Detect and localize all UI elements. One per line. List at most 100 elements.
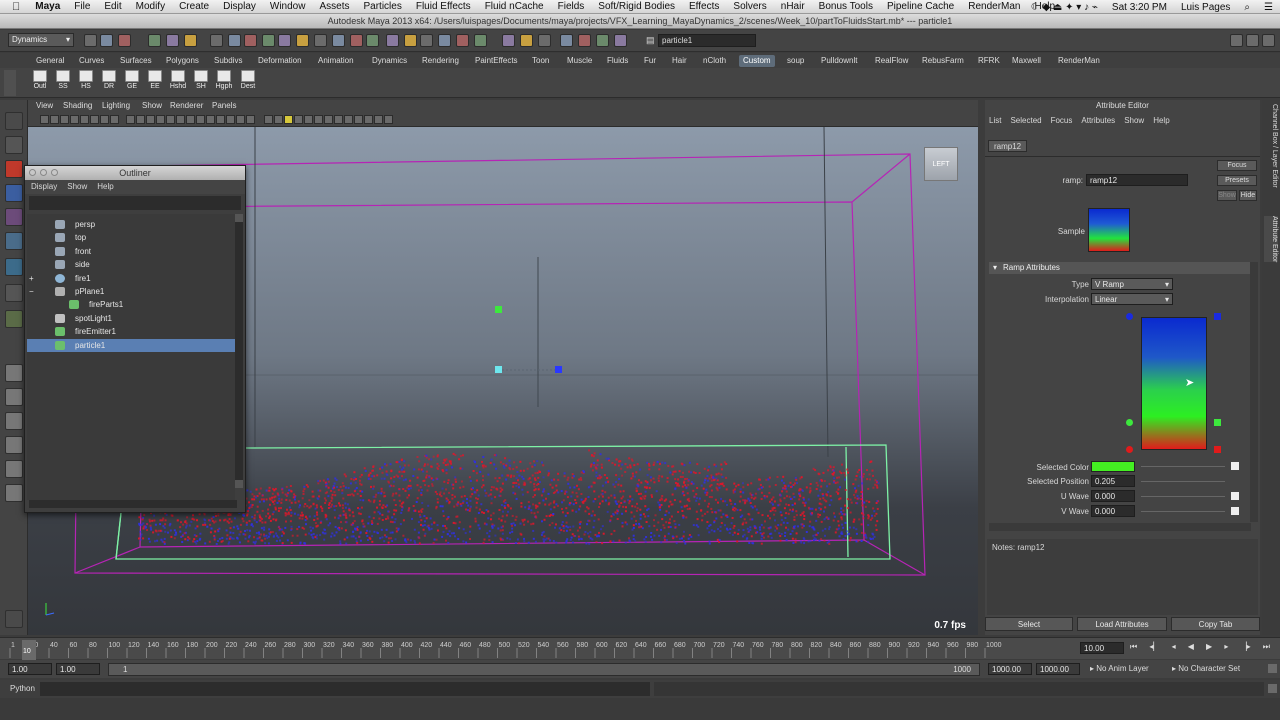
shelf-tab-pulldownlt[interactable]: Pulldownlt bbox=[817, 55, 861, 67]
status-tool-icon[interactable] bbox=[366, 34, 379, 47]
status-tool-icon[interactable] bbox=[474, 34, 487, 47]
ramp-color-handle-top[interactable] bbox=[1126, 313, 1133, 320]
expand-toggle-icon[interactable]: + bbox=[29, 272, 34, 285]
move-tool-icon[interactable] bbox=[5, 184, 23, 202]
start-time-field[interactable]: 1.00 bbox=[8, 663, 52, 675]
outliner-item-front[interactable]: front bbox=[27, 245, 235, 258]
map-button-icon[interactable] bbox=[1231, 507, 1239, 515]
status-tool-icon[interactable] bbox=[350, 34, 363, 47]
manipulator-tool-icon[interactable] bbox=[5, 258, 23, 276]
outliner-item-fire1[interactable]: + fire1 bbox=[27, 272, 235, 285]
ae-menu-help[interactable]: Help bbox=[1153, 116, 1169, 128]
manipulator-handle-blue[interactable] bbox=[555, 366, 562, 373]
step-back-frame-icon[interactable]: ◂ bbox=[1172, 642, 1176, 656]
type-dropdown[interactable]: V Ramp ▾ bbox=[1091, 278, 1173, 290]
panel-toolbar-icon[interactable] bbox=[284, 115, 293, 124]
ramp-delete-handle-mid[interactable] bbox=[1214, 419, 1221, 426]
shelf-tab-painteffects[interactable]: PaintEffects bbox=[471, 55, 522, 67]
manipulator-handle-cyan[interactable] bbox=[495, 366, 502, 373]
menu-soft-rigid-bodies[interactable]: Soft/Rigid Bodies bbox=[591, 1, 682, 12]
script-editor-icon[interactable] bbox=[1268, 684, 1277, 693]
rotate-tool-icon[interactable] bbox=[5, 208, 23, 226]
shelf-tab-renderman[interactable]: RenderMan bbox=[1054, 55, 1104, 67]
anim-layer-select[interactable]: ▸ No Anim Layer bbox=[1090, 664, 1149, 673]
panel-toolbar-icon[interactable] bbox=[374, 115, 383, 124]
u-wave-slider[interactable] bbox=[1141, 496, 1225, 497]
panel-toolbar-icon[interactable] bbox=[324, 115, 333, 124]
shelf-tab-fluids[interactable]: Fluids bbox=[603, 55, 632, 67]
selected-position-field[interactable]: 0.205 bbox=[1091, 475, 1135, 487]
outliner-item-pplane1[interactable]: − pPlane1 bbox=[27, 285, 235, 298]
shelf-button-hshd[interactable]: Hshd bbox=[168, 70, 188, 96]
shelf-button-ee[interactable]: EE bbox=[145, 70, 165, 96]
playback-end-field[interactable]: 1000.00 bbox=[988, 663, 1032, 675]
settings-gear-icon[interactable] bbox=[5, 610, 23, 628]
ramp-color-handle-bottom[interactable] bbox=[1126, 446, 1133, 453]
status-tool-icon[interactable] bbox=[520, 34, 533, 47]
status-tool-icon[interactable] bbox=[262, 34, 275, 47]
clock[interactable]: Sat 3:20 PM bbox=[1105, 2, 1174, 13]
status-tool-icon[interactable] bbox=[314, 34, 327, 47]
panel-menu-renderer[interactable]: Renderer bbox=[170, 101, 203, 110]
shelf-tab-custom[interactable]: Custom bbox=[739, 55, 775, 67]
shelf-tab-surfaces[interactable]: Surfaces bbox=[116, 55, 156, 67]
panel-toolbar-icon[interactable] bbox=[206, 115, 215, 124]
shelf-button-dr[interactable]: DR bbox=[99, 70, 119, 96]
menu-pipeline-cache[interactable]: Pipeline Cache bbox=[880, 1, 961, 12]
layout-four-icon[interactable] bbox=[5, 388, 23, 406]
paint-select-tool-icon[interactable] bbox=[5, 160, 23, 178]
status-tool-icon[interactable] bbox=[148, 34, 161, 47]
menu-fluid-ncache[interactable]: Fluid nCache bbox=[478, 1, 551, 12]
status-tool-icon[interactable] bbox=[614, 34, 627, 47]
panel-toolbar-icon[interactable] bbox=[354, 115, 363, 124]
menu-window[interactable]: Window bbox=[263, 1, 313, 12]
interpolation-dropdown[interactable]: Linear ▾ bbox=[1091, 293, 1173, 305]
notification-center-icon[interactable]: ☰ bbox=[1257, 2, 1280, 13]
hide-button[interactable]: Hide bbox=[1239, 190, 1257, 201]
status-tool-icon[interactable] bbox=[456, 34, 469, 47]
outliner-menu-show[interactable]: Show bbox=[67, 180, 87, 194]
panel-toolbar-icon[interactable] bbox=[294, 115, 303, 124]
outliner-filter-field[interactable] bbox=[29, 196, 241, 210]
side-tab-attribute-editor[interactable]: Attribute Editor bbox=[1264, 216, 1278, 263]
shelf-button-hgph[interactable]: Hgph bbox=[214, 70, 234, 96]
menu-solvers[interactable]: Solvers bbox=[726, 1, 773, 12]
ae-menu-focus[interactable]: Focus bbox=[1051, 116, 1073, 128]
node-name-field[interactable]: ramp12 bbox=[1086, 174, 1188, 186]
ramp-attributes-section[interactable]: ▾ Ramp Attributes bbox=[989, 262, 1251, 274]
status-tool-icon[interactable] bbox=[438, 34, 451, 47]
lasso-tool-icon[interactable] bbox=[5, 136, 23, 154]
panel-toolbar-icon[interactable] bbox=[166, 115, 175, 124]
panel-toolbar-icon[interactable] bbox=[364, 115, 373, 124]
status-tool-icon[interactable] bbox=[166, 34, 179, 47]
panel-toolbar-icon[interactable] bbox=[304, 115, 313, 124]
last-tool-icon[interactable] bbox=[5, 310, 23, 328]
menu-file[interactable]: File bbox=[67, 1, 97, 12]
layout-outliner-icon[interactable] bbox=[5, 436, 23, 454]
ramp-delete-handle-top[interactable] bbox=[1214, 313, 1221, 320]
status-tool-icon[interactable] bbox=[386, 34, 399, 47]
zoom-icon[interactable] bbox=[51, 169, 58, 176]
play-forward-icon[interactable]: ▶ bbox=[1206, 642, 1212, 656]
status-tool-icon[interactable] bbox=[332, 34, 345, 47]
panel-toolbar-icon[interactable] bbox=[344, 115, 353, 124]
outliner-item-persp[interactable]: persp bbox=[27, 218, 235, 231]
menu-fields[interactable]: Fields bbox=[551, 1, 592, 12]
panel-toolbar-icon[interactable] bbox=[176, 115, 185, 124]
channel-box-icon[interactable] bbox=[1246, 34, 1259, 47]
outliner-item-fireemitter1[interactable]: fireEmitter1 bbox=[27, 325, 235, 338]
ae-menu-attributes[interactable]: Attributes bbox=[1081, 116, 1115, 128]
close-icon[interactable] bbox=[29, 169, 36, 176]
ae-menu-show[interactable]: Show bbox=[1124, 116, 1144, 128]
outliner-menu-display[interactable]: Display bbox=[31, 180, 57, 194]
layout-graph-icon[interactable] bbox=[5, 460, 23, 478]
ramp-editor[interactable] bbox=[1141, 317, 1207, 450]
shelf-tab-rebusfarm[interactable]: RebusFarm bbox=[918, 55, 968, 67]
playback-start-field[interactable]: 1.00 bbox=[56, 663, 100, 675]
panel-toolbar-icon[interactable] bbox=[314, 115, 323, 124]
layout-single-icon[interactable] bbox=[5, 364, 23, 382]
selected-color-slider[interactable] bbox=[1141, 466, 1225, 467]
ramp-color-handle-mid[interactable] bbox=[1126, 419, 1133, 426]
map-button-icon[interactable] bbox=[1231, 462, 1239, 470]
shelf-button-sh[interactable]: SH bbox=[191, 70, 211, 96]
